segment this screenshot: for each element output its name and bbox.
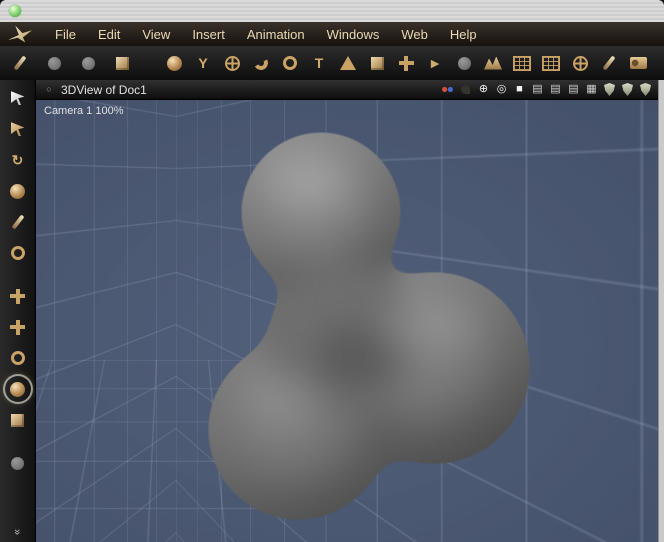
cube-snap-tool-icon[interactable] <box>5 407 31 433</box>
rotate-hand-icon[interactable] <box>74 49 102 77</box>
viewport-header: ○ 3DView of Doc1 ⊕ ◎ ■ ▤ ▤ ▤ ▦ <box>36 80 658 100</box>
close-button[interactable] <box>9 5 21 17</box>
surface-tool-icon[interactable] <box>537 49 565 77</box>
tool-sidebar: ↻ » <box>0 80 36 542</box>
menu-item-help[interactable]: Help <box>439 27 488 42</box>
toolbar-main-group: Y T ► <box>160 49 652 77</box>
toolbar: Y T ► <box>0 46 664 81</box>
rotate-view-tool-icon[interactable]: ↻ <box>5 147 31 173</box>
hand-tool-icon[interactable] <box>450 49 478 77</box>
dots-icon[interactable] <box>440 82 455 97</box>
pick-tool-icon[interactable] <box>595 49 623 77</box>
layout-split-3-icon[interactable]: ▤ <box>566 82 581 97</box>
draw-tool-icon[interactable] <box>6 49 34 77</box>
sphere-grid-tool-icon[interactable] <box>566 49 594 77</box>
sidebar-divider <box>5 438 31 445</box>
menu-item-windows[interactable]: Windows <box>316 27 391 42</box>
palette-icon[interactable] <box>5 450 31 476</box>
menu-item-view[interactable]: View <box>131 27 181 42</box>
target-sphere-tool-icon[interactable] <box>5 376 31 402</box>
menu-item-insert[interactable]: Insert <box>181 27 236 42</box>
pen-tool-icon[interactable] <box>5 209 31 235</box>
window-widget-icon[interactable]: ○ <box>42 83 56 97</box>
terrain-tool-icon[interactable] <box>479 49 507 77</box>
stamp-tool-icon[interactable] <box>108 49 136 77</box>
dart-tool-icon[interactable] <box>5 116 31 142</box>
sphere-tool-icon[interactable] <box>160 49 188 77</box>
blob-object[interactable] <box>36 100 658 542</box>
shield-icon-3[interactable] <box>638 82 653 97</box>
app-window: File Edit View Insert Animation Windows … <box>0 0 664 542</box>
window-right-edge <box>658 80 664 542</box>
deform-tool-icon[interactable] <box>392 49 420 77</box>
axis-icon[interactable]: ⊕ <box>476 82 491 97</box>
shield-icon-2[interactable] <box>620 82 635 97</box>
titlebar <box>0 0 664 23</box>
cube-tool-icon[interactable] <box>363 49 391 77</box>
axes-scale-tool-icon[interactable] <box>5 314 31 340</box>
text-tool-icon[interactable]: T <box>305 49 333 77</box>
pan-hand-icon[interactable] <box>40 49 68 77</box>
ring-tool-icon[interactable] <box>276 49 304 77</box>
layout-split-2-icon[interactable]: ▤ <box>548 82 563 97</box>
viewport-header-icons: ⊕ ◎ ■ ▤ ▤ ▤ ▦ <box>440 82 653 97</box>
toolbar-left-group <box>6 49 136 77</box>
clip-tool-icon[interactable] <box>5 240 31 266</box>
lathe-tool-icon[interactable]: Y <box>189 49 217 77</box>
menubar: File Edit View Insert Animation Windows … <box>0 22 664 46</box>
cone-tool-icon[interactable] <box>334 49 362 77</box>
menu-item-file[interactable]: File <box>44 27 87 42</box>
viewport-title: 3DView of Doc1 <box>61 82 147 97</box>
select-tool-icon[interactable] <box>5 85 31 111</box>
wire-globe-icon[interactable]: ◎ <box>494 82 509 97</box>
fan-icon[interactable] <box>458 82 473 97</box>
orbit-tool-icon[interactable] <box>5 178 31 204</box>
gear-tool-icon[interactable] <box>5 345 31 371</box>
shield-icon-1[interactable] <box>602 82 617 97</box>
viewport-3d[interactable]: Camera 1 100% <box>36 100 658 542</box>
layout-quad-icon[interactable]: ▦ <box>584 82 599 97</box>
menu-item-edit[interactable]: Edit <box>87 27 131 42</box>
arrow-tool-icon[interactable]: ► <box>421 49 449 77</box>
menu-item-web[interactable]: Web <box>390 27 439 42</box>
layout-single-icon[interactable]: ■ <box>512 82 527 97</box>
globe-tool-icon[interactable] <box>218 49 246 77</box>
menu-item-animation[interactable]: Animation <box>236 27 316 42</box>
axes-move-tool-icon[interactable] <box>5 283 31 309</box>
mesh-tool-icon[interactable] <box>508 49 536 77</box>
bend-tool-icon[interactable] <box>247 49 275 77</box>
more-tools-icon[interactable]: » <box>12 529 24 535</box>
app-logo-icon <box>8 25 32 43</box>
layout-split-1-icon[interactable]: ▤ <box>530 82 545 97</box>
sidebar-divider <box>5 271 31 278</box>
camera-tool-icon[interactable] <box>624 49 652 77</box>
camera-label: Camera 1 100% <box>44 105 124 117</box>
